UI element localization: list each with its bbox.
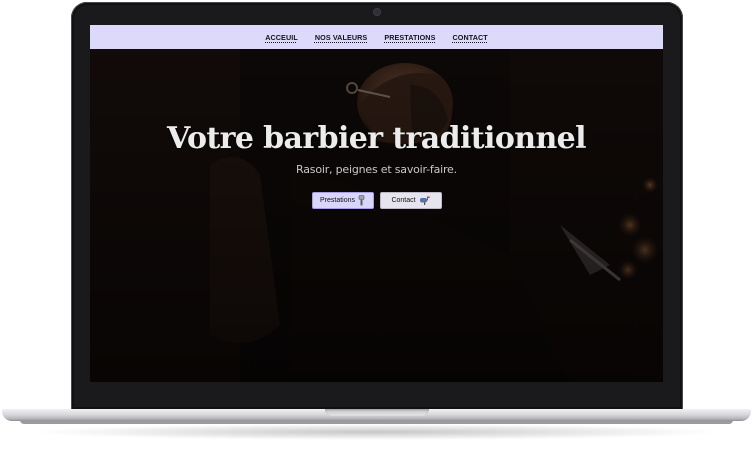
hero-subtitle: Rasoir, peignes et savoir-faire. [296, 163, 457, 176]
prestations-button[interactable]: Prestations [311, 192, 374, 209]
nav-link-prestations[interactable]: PRESTATIONS [384, 33, 435, 42]
hero-section: Votre barbier traditionnel Rasoir, peign… [90, 120, 663, 209]
mailbox-icon [419, 196, 430, 205]
razor-icon [358, 195, 365, 206]
top-navbar: ACCEUIL NOS VALEURS PRESTATIONS CONTACT [90, 25, 663, 49]
hero-title: Votre barbier traditionnel [167, 121, 587, 156]
laptop-base-edge [20, 420, 733, 424]
contact-button-label: Contact [391, 197, 416, 204]
nav-link-acceuil[interactable]: ACCEUIL [265, 33, 298, 42]
laptop-opening-notch [325, 409, 429, 416]
laptop-shadow [30, 424, 723, 440]
webcam-icon [374, 9, 380, 15]
contact-button[interactable]: Contact [379, 192, 442, 209]
prestations-button-label: Prestations [319, 197, 356, 204]
laptop-screen: ACCEUIL NOS VALEURS PRESTATIONS CONTACT … [90, 25, 663, 382]
nav-link-contact[interactable]: CONTACT [452, 33, 487, 42]
cta-button-row: Prestations Contact [311, 192, 442, 209]
nav-link-nos-valeurs[interactable]: NOS VALEURS [315, 33, 367, 42]
